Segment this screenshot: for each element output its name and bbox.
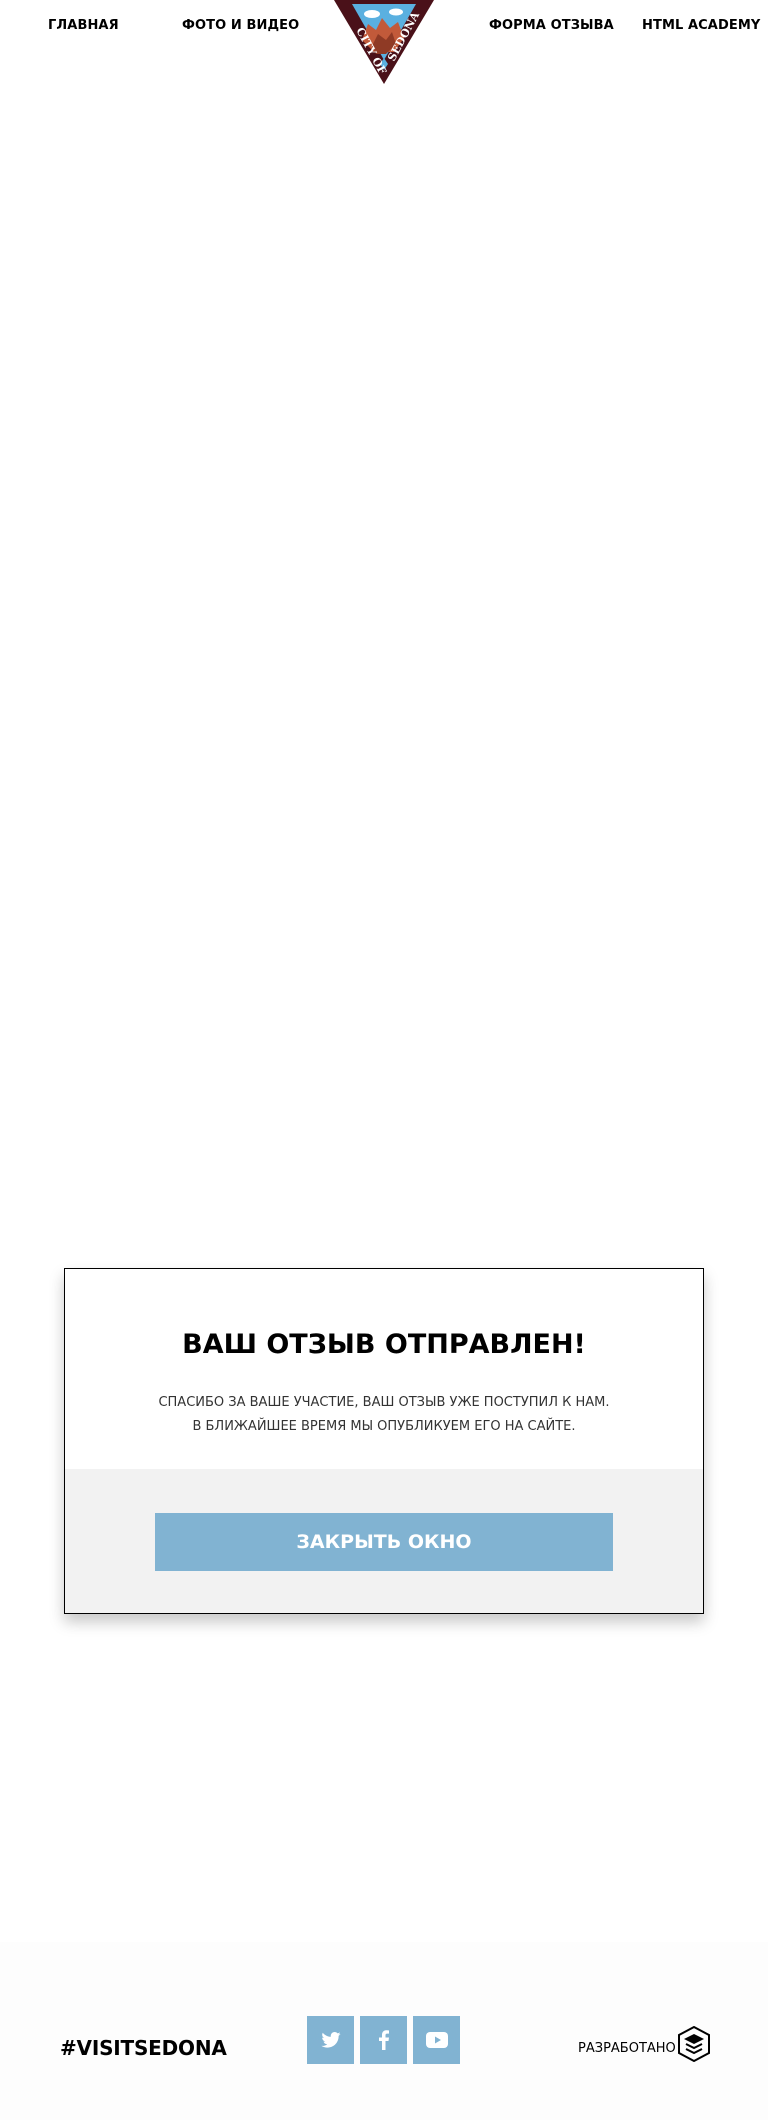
developed-by-label: РАЗРАБОТАНО [578, 2041, 676, 2056]
nav-item-home[interactable]: ГЛАВНАЯ [48, 18, 119, 33]
twitter-button[interactable] [307, 2016, 354, 2064]
modal-actions: ЗАКРЫТЬ ОКНО [65, 1469, 703, 1613]
main-nav: ГЛАВНАЯ ФОТО И ВИДЕО CITY OF SEDONA ФОРМ… [0, 0, 768, 90]
modal-title: ВАШ ОТЗЫВ ОТПРАВЛЕН! [182, 1329, 586, 1360]
youtube-button[interactable] [413, 2016, 460, 2064]
facebook-button[interactable] [360, 2016, 407, 2064]
modal-content: ВАШ ОТЗЫВ ОТПРАВЛЕН! СПАСИБО ЗА ВАШЕ УЧА… [65, 1269, 703, 1469]
html-academy-icon[interactable] [678, 2025, 710, 2063]
hashtag: #VISITSEDONA [60, 2036, 227, 2060]
close-window-button[interactable]: ЗАКРЫТЬ ОКНО [155, 1513, 613, 1571]
modal-message-line-2: В БЛИЖАЙШЕЕ ВРЕМЯ МЫ ОПУБЛИКУЕМ ЕГО НА С… [192, 1419, 576, 1434]
nav-item-feedback-form[interactable]: ФОРМА ОТЗЫВА [489, 18, 614, 33]
facebook-icon [378, 2030, 389, 2050]
modal-message-line-1: СПАСИБО ЗА ВАШЕ УЧАСТИЕ, ВАШ ОТЗЫВ УЖЕ П… [158, 1395, 610, 1410]
youtube-icon [425, 2032, 448, 2048]
nav-item-html-academy[interactable]: HTML ACADEMY [642, 18, 760, 33]
page: ГЛАВНАЯ ФОТО И ВИДЕО CITY OF SEDONA ФОРМ… [0, 0, 768, 2120]
twitter-icon [320, 2032, 341, 2048]
success-modal: ВАШ ОТЗЫВ ОТПРАВЛЕН! СПАСИБО ЗА ВАШЕ УЧА… [64, 1268, 704, 1614]
nav-item-photo-video[interactable]: ФОТО И ВИДЕО [182, 18, 299, 33]
modal-message: СПАСИБО ЗА ВАШЕ УЧАСТИЕ, ВАШ ОТЗЫВ УЖЕ П… [65, 1391, 703, 1439]
sedona-logo-icon[interactable]: CITY OF SEDONA [332, 0, 436, 84]
footer: #VISITSEDONA РАЗРАБОТАНО [0, 1942, 768, 2120]
